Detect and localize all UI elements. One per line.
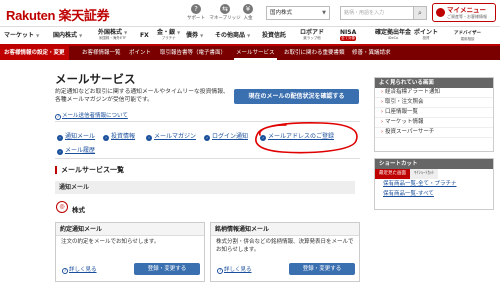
chevron-right-icon: › [204, 135, 210, 141]
subnav-mail-service[interactable]: メールサービス [234, 46, 277, 60]
sender-info-link[interactable]: ? メール送信者情報について [55, 111, 128, 120]
my-menu-button[interactable]: マイメニュー ご資産等・お客様情報 [432, 3, 496, 22]
details-link[interactable]: ? 詳しく見る [62, 265, 97, 274]
chevron-right-icon: › [146, 135, 152, 141]
search-button[interactable]: ⌕ [414, 6, 427, 20]
anchor-login-notification[interactable]: › ログイン通知 [204, 131, 248, 141]
stock-icon: ◎ [56, 201, 68, 213]
question-icon: ? [191, 4, 201, 14]
question-icon: ? [217, 268, 223, 274]
nav-fx[interactable]: FX [140, 33, 149, 39]
section-title: メールサービス一覧 [55, 166, 124, 174]
page-title: メールサービス [55, 72, 136, 86]
chevron-right-icon: › [57, 149, 63, 155]
subnav-important-docs[interactable]: お取引に関わる重要書類 [282, 46, 347, 60]
check-delivery-status-button[interactable]: 現在のメールの配信状況を確認する [234, 89, 359, 104]
nav-foreign-stocks[interactable]: 外国株式 ▼ 米国株・海外ETF [98, 30, 127, 41]
sidebar-item[interactable]: › 口座情報一覧 [375, 108, 493, 118]
panel-title: ショートカット [375, 159, 493, 169]
shortcut-tabs: 最近見た画面 ﾏｲｼｮｰﾄｶｯﾄ [375, 169, 493, 179]
nav-funds[interactable]: 投資信託 [262, 33, 286, 39]
anchor-mail-magazine[interactable]: › メールマガジン [146, 131, 196, 141]
search-icon: ⌕ [418, 9, 422, 17]
register-button[interactable]: 登録・変更する [289, 263, 355, 275]
site-header: Rakuten 楽天証券 ? サポート ⇆ マネーブリッジ ¥ 入金 国内株式 … [0, 0, 500, 26]
card-text: 株式分割・併合などの銘柄情報、決算発表日をメールでお知らせします。 [216, 239, 354, 253]
service-card: 約定通知メール 注文の約定をメールでお知らせします。 ? 詳しく見る 登録・変更す… [55, 222, 205, 282]
sidebar-item[interactable]: › 経済指標アラート通知 [375, 88, 493, 98]
subnav-points[interactable]: ポイント [127, 46, 153, 60]
shortcut-link[interactable]: 保有商品一覧-すべて [375, 189, 493, 199]
nav-robo-advisor[interactable]: ロボアド 楽ラップ他 [300, 30, 324, 41]
shortcut-link[interactable]: 保有商品一覧-全て・プラチナ [375, 179, 493, 189]
global-nav: マーケット ▼ 国内株式 ▼ 外国株式 ▼ 米国株・海外ETF FX 金・銀 ▼ プ… [0, 26, 500, 46]
nav-nisa[interactable]: NISA 全て対象 [340, 30, 356, 41]
tab-my-shortcut[interactable]: ﾏｲｼｮｰﾄｶｯﾄ [410, 169, 439, 179]
nav-bonds[interactable]: 債券 ▼ [186, 33, 203, 39]
register-button[interactable]: 登録・変更する [134, 263, 200, 275]
nisa-badge: 全て対象 [340, 36, 357, 41]
money-bridge-link[interactable]: ⇆ マネーブリッジ [209, 4, 241, 21]
nav-ideco[interactable]: 確定拠出年金 iDeCo [375, 30, 411, 41]
card-title: 銘柄情報通知メール [211, 223, 359, 236]
question-icon: ? [55, 114, 61, 120]
nav-market[interactable]: マーケット ▼ [4, 33, 39, 39]
card-text: 注文の約定をメールでお知らせします。 [61, 239, 160, 245]
nav-point-invest[interactable]: ポイント 投資 [414, 30, 438, 41]
question-icon: ? [62, 268, 68, 274]
anchor-investment-info[interactable]: › 投資情報 [103, 131, 135, 141]
search-input[interactable]: 銘柄・用語を入力 [340, 6, 414, 20]
subnav-customer-settings[interactable]: お客様情報の設定・変更 [0, 46, 69, 60]
subnav-objection[interactable]: 修善・異議請求 [350, 46, 393, 60]
support-link[interactable]: ? サポート [183, 4, 209, 21]
tab-recent[interactable]: 最近見た画面 [375, 169, 410, 179]
subnav-customer-info[interactable]: お客様情報一覧 [80, 46, 123, 60]
chevron-right-icon: › [57, 135, 63, 141]
sidebar-item[interactable]: › 投資スーパーサーチ [375, 128, 493, 138]
nav-domestic-stocks[interactable]: 国内株式 ▼ [53, 33, 82, 39]
sidebar-item[interactable]: › 取引・注文照会 [375, 98, 493, 108]
card-title: 約定通知メール [56, 223, 204, 236]
nav-other-products[interactable]: その他商品 ▼ [215, 33, 250, 39]
chevron-right-icon: › [103, 135, 109, 141]
subsection-header: 通知メール [55, 181, 355, 194]
sub-nav: お客様情報の設定・変更 お客様情報一覧 ポイント 取引報告書等（電子書面） メー… [0, 46, 500, 60]
page-description: 約定通知などお取引に関する通知メールやタイムリーな投資情報、各種メールマガジンが… [55, 89, 229, 103]
chevron-down-icon: ▼ [322, 10, 326, 16]
yen-icon: ¥ [243, 4, 253, 14]
rakuten-logo[interactable]: Rakuten 楽天証券 [6, 5, 110, 24]
divider [55, 158, 360, 159]
nav-advisor[interactable]: アドバイザー 運用相談 [454, 30, 481, 42]
search-scope-select[interactable]: 国内株式 ▼ [266, 6, 330, 20]
annotation-circle [255, 122, 358, 154]
shortcut-panel: ショートカット 最近見た画面 ﾏｲｼｮｰﾄｶｯﾄ 保有商品一覧-全て・プラチナ 保… [374, 158, 494, 210]
nav-gold[interactable]: 金・銀 ▼ プラチナ [157, 30, 180, 41]
deposit-link[interactable]: ¥ 入金 [240, 4, 256, 21]
bridge-icon: ⇆ [220, 4, 230, 14]
user-icon [436, 8, 445, 17]
category-title: 株式 [72, 206, 85, 214]
details-link[interactable]: ? 詳しく見る [217, 265, 252, 274]
subnav-trade-reports[interactable]: 取引報告書等（電子書面） [158, 46, 228, 60]
anchor-notification-mail[interactable]: › 通知メール [57, 131, 95, 141]
popular-pages-panel: よく見られている画面 › 経済指標アラート通知 › 取引・注文照会 › 口座情報一覧 … [374, 77, 494, 152]
sidebar-item[interactable]: › マーケット情報 [375, 118, 493, 128]
service-card: 銘柄情報通知メール 株式分割・併合などの銘柄情報、決算発表日をメールでお知らせし… [210, 222, 360, 282]
panel-title: よく見られている画面 [375, 78, 493, 88]
anchor-mail-history[interactable]: › メール履歴 [57, 145, 95, 155]
